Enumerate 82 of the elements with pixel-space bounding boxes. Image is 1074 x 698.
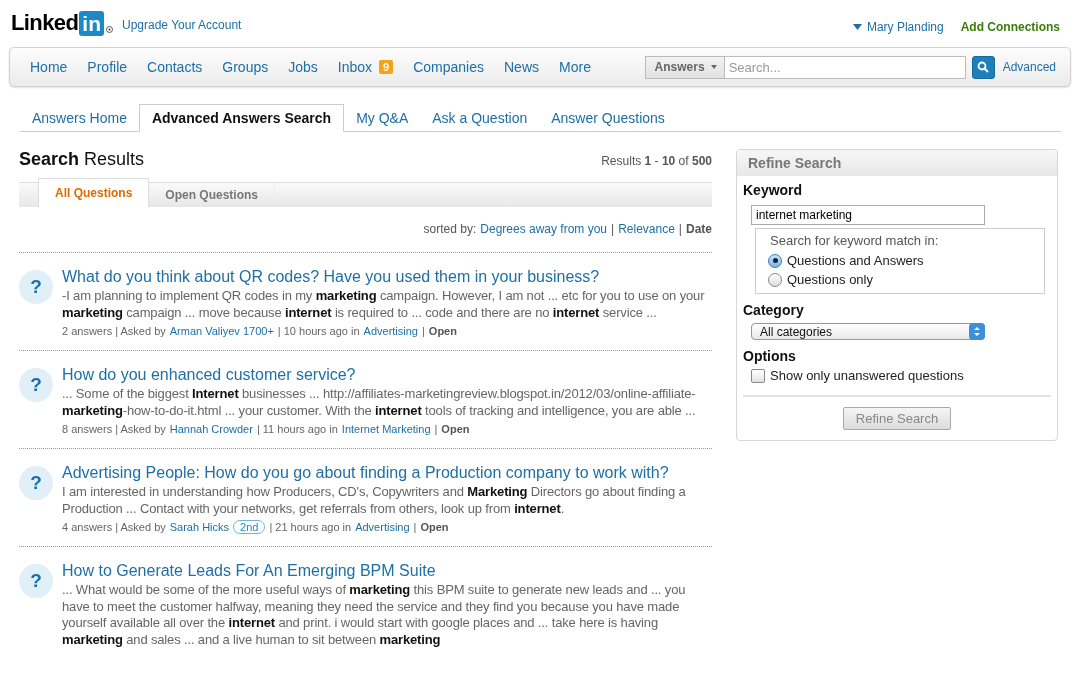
meta-bold-text: Open (428, 324, 457, 339)
search-icon (977, 61, 990, 73)
meta-text: sorted by: (423, 222, 477, 236)
upgrade-link[interactable]: Upgrade Your Account (122, 18, 242, 32)
question-link[interactable]: Advertising People: How do you go about finding a Production company to work with? (62, 464, 669, 481)
nav-link[interactable]: More (559, 59, 591, 75)
meta-bold-text: Open (420, 520, 449, 535)
question-link[interactable]: How to Generate Leads For An Emerging BPM Suite (62, 562, 436, 579)
radio-button[interactable] (768, 272, 782, 287)
nav-link[interactable]: Contacts (147, 59, 203, 75)
meta-text: | (434, 422, 438, 437)
nav-link[interactable]: Inbox (337, 59, 373, 75)
meta-link[interactable]: Internet Marketing (341, 421, 431, 437)
meta-text: | 21 hours ago in (269, 520, 352, 535)
meta-link[interactable]: Degrees away from you (480, 222, 608, 236)
question-snippet: -I am planning to implement QR codes in my marketing campaign. However, I am not ... etc for you to use on your marketing campaign ... move because internet is required to ... code and there are no internet service ... (62, 288, 706, 321)
nav-link[interactable]: Companies (413, 59, 484, 75)
logo-text: Linked (11, 10, 79, 36)
panel-title: Refine Search (737, 150, 1057, 176)
option-label: Questions and Answers (787, 253, 924, 268)
option-label: Questions only (787, 272, 873, 287)
advanced-search-link[interactable]: Advanced (1002, 60, 1056, 74)
tab[interactable]: All Questions (38, 178, 150, 207)
meta-link[interactable]: Advertising (363, 323, 418, 339)
meta-link[interactable]: Sarah Hicks (169, 519, 230, 535)
meta-text: | 10 hours ago in (277, 324, 360, 339)
tab[interactable]: Answers Home (20, 110, 139, 131)
meta-bold-text: Date (686, 222, 712, 236)
tab[interactable]: My Q&A (344, 110, 421, 131)
registered-icon (106, 25, 113, 33)
field-label: Category (743, 302, 805, 318)
meta-link[interactable]: Arman Valiyev 1700+ (169, 323, 274, 339)
nav-link[interactable]: Groups (222, 59, 269, 75)
meta-text: | (611, 222, 615, 236)
tab[interactable]: Open Questions (149, 183, 276, 207)
radio-button[interactable] (768, 253, 782, 268)
meta-link[interactable]: Advertising (355, 519, 410, 535)
question-icon: ? (19, 368, 53, 402)
category-dropdown[interactable]: All categories (751, 323, 985, 340)
field-label: Keyword (743, 182, 804, 198)
count-badge: 9 (379, 60, 394, 74)
meta-text: | 11 hours ago in (256, 422, 338, 437)
meta-text: 4 answers | Asked by (62, 520, 166, 535)
logo-badge: in (79, 10, 104, 36)
field-label: Options (743, 348, 797, 364)
question-snippet: ... What would be some of the more useful ways of marketing this BPM suite to generate new leads and ... you have to meet the customer halfway, meaning they need the service and they find you because you have made yourself available all over the internet and print. i would start with google places and ... take here is having marketing and sales ... and a live human to sit between marketing (62, 582, 687, 648)
meta-text: | (413, 520, 417, 535)
refine-search-button[interactable]: Refine Search (842, 407, 952, 430)
checkbox[interactable] (751, 368, 765, 383)
tab[interactable]: Ask a Question (420, 110, 540, 131)
question-link[interactable]: How do you enhanced customer service? (62, 366, 356, 383)
add-connections-link[interactable]: Add Connections (960, 20, 1060, 34)
question-icon: ? (19, 564, 53, 598)
question-snippet: ... Some of the biggest Internet businesses ... http://affiliates-marketingreview.blogspot.in/2012/03/online-affiliate-marketing-how-to-do-it.html ... your customer. With the internet tools of tracking and intelligence, you are able ... (62, 386, 697, 419)
nav-link[interactable]: Profile (87, 59, 128, 75)
tab[interactable]: Advanced Answers Search (138, 104, 345, 132)
caret-icon[interactable] (852, 24, 862, 30)
nav-link[interactable]: News (504, 59, 539, 75)
keyword-field[interactable]: internet marketing (751, 205, 985, 225)
meta-text: | (678, 222, 682, 236)
nav-link[interactable]: Home (30, 59, 68, 75)
search-field[interactable]: Search... (724, 55, 966, 79)
search-button[interactable] (971, 55, 995, 79)
dropdown-arrows-icon[interactable] (969, 323, 985, 340)
meta-link[interactable]: Relevance (618, 222, 675, 236)
results-count: Results 1 - 10 of 500 (601, 154, 712, 168)
scope-dropdown[interactable]: Answers (644, 55, 725, 79)
meta-text: 8 answers | Asked by (62, 422, 166, 437)
meta-link[interactable]: Hannah Crowder (169, 421, 253, 437)
results-heading: Search Results (19, 149, 145, 170)
user-menu-link[interactable]: Mary Planding (866, 20, 944, 34)
meta-text: | (422, 324, 425, 339)
question-icon: ? (19, 270, 53, 304)
fieldset-legend: Search for keyword match in: (768, 233, 941, 248)
question-link[interactable]: What do you think about QR codes? Have you used them in your business? (62, 268, 600, 285)
option-label: Show only unanswered questions (770, 368, 964, 383)
tab[interactable]: Answer Questions (539, 110, 677, 131)
meta-bold-text: Open (441, 422, 470, 437)
question-snippet: I am interested in understanding how Producers, CD's, Copywriters and Marketing Directors go about finding a Production ... Contact with your networks, get referrals from others, look up from internet. (62, 484, 687, 517)
nav-link[interactable]: Jobs (288, 59, 318, 75)
meta-text: 2 answers | Asked by (62, 324, 166, 339)
question-icon: ? (19, 466, 53, 500)
